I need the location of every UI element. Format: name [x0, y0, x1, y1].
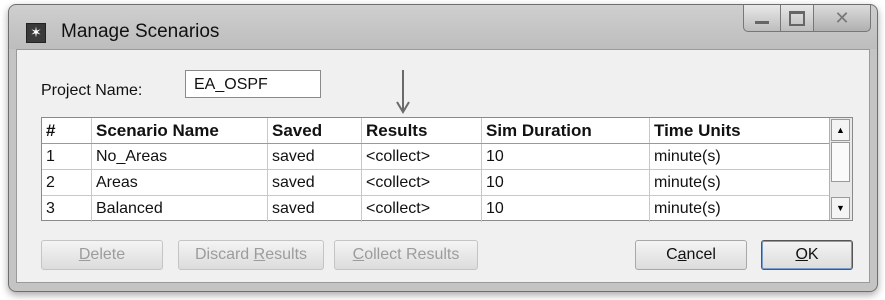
- results-cell[interactable]: <collect>: [362, 144, 482, 169]
- results-cell[interactable]: <collect>: [362, 196, 482, 222]
- table-row[interactable]: 1 No_Areas saved <collect> 10 minute(s): [42, 144, 830, 170]
- cancel-label-post: ncel: [686, 246, 716, 263]
- row-number-cell: 1: [42, 144, 92, 169]
- column-header-sim-duration[interactable]: Sim Duration: [482, 118, 650, 143]
- close-button[interactable]: ✕: [814, 5, 871, 32]
- scenario-name-cell[interactable]: Balanced: [92, 196, 268, 222]
- delete-label-post: elete: [90, 246, 126, 263]
- time-units-cell[interactable]: minute(s): [650, 170, 830, 195]
- time-units-cell[interactable]: minute(s): [650, 196, 830, 222]
- discard-results-button[interactable]: Discard Results: [178, 240, 324, 270]
- discard-label-accel: R: [253, 246, 266, 263]
- maximize-button[interactable]: [781, 5, 814, 32]
- table-row[interactable]: 2 Areas saved <collect> 10 minute(s): [42, 170, 830, 196]
- cancel-button[interactable]: Ca ncel: [635, 240, 747, 270]
- project-name-label: Project Name:: [41, 82, 143, 99]
- window-controls: ✕: [743, 5, 871, 33]
- vertical-scrollbar[interactable]: ▲ ▼: [829, 118, 852, 220]
- sim-duration-cell[interactable]: 10: [482, 196, 650, 222]
- time-units-cell[interactable]: minute(s): [650, 144, 830, 169]
- scrollbar-thumb[interactable]: [831, 142, 850, 182]
- column-header-scenario-name[interactable]: Scenario Name: [92, 118, 268, 143]
- scenario-name-cell[interactable]: Areas: [92, 170, 268, 195]
- table-row[interactable]: 3 Balanced saved <collect> 10 minute(s): [42, 196, 830, 222]
- maximize-icon: [789, 10, 805, 26]
- minimize-button[interactable]: [743, 5, 781, 32]
- discard-label-pre: Discard: [194, 246, 254, 263]
- row-number-cell: 2: [42, 170, 92, 195]
- title-bar[interactable]: ✶ Manage Scenarios ✕: [9, 5, 877, 49]
- sim-duration-cell[interactable]: 10: [482, 144, 650, 169]
- delete-button[interactable]: Delete: [41, 240, 163, 270]
- delete-label-accel: D: [78, 246, 91, 263]
- ok-label-accel: O: [795, 246, 808, 263]
- sim-duration-cell[interactable]: 10: [482, 170, 650, 195]
- app-icon: ✶: [26, 23, 46, 43]
- ok-button[interactable]: OK: [761, 240, 853, 270]
- results-cell[interactable]: <collect>: [362, 170, 482, 195]
- column-header-saved[interactable]: Saved: [268, 118, 362, 143]
- scroll-up-icon[interactable]: ▲: [831, 119, 850, 141]
- collect-label-accel: C: [352, 246, 365, 263]
- dialog-body: Project Name: EA_OSPF # Scenario Name Sa…: [16, 49, 870, 283]
- cancel-label-pre: C: [666, 246, 678, 263]
- column-header-results[interactable]: Results: [362, 118, 482, 143]
- table-header: # Scenario Name Saved Results Sim Durati…: [42, 118, 830, 144]
- minimize-icon: [755, 20, 769, 24]
- scroll-down-icon[interactable]: ▼: [831, 197, 850, 219]
- manage-scenarios-window: ✶ Manage Scenarios ✕ Project Name: EA_OS…: [8, 4, 878, 292]
- saved-cell: saved: [268, 144, 362, 169]
- collect-results-button[interactable]: Collect Results: [334, 240, 478, 270]
- column-header-number[interactable]: #: [42, 118, 92, 143]
- collect-label-post: ollect Results: [364, 246, 460, 263]
- close-icon: ✕: [834, 7, 850, 28]
- scenario-name-cell[interactable]: No_Areas: [92, 144, 268, 169]
- saved-cell: saved: [268, 196, 362, 222]
- project-name-field[interactable]: EA_OSPF: [185, 70, 321, 98]
- ok-label-post: K: [807, 246, 819, 263]
- saved-cell: saved: [268, 170, 362, 195]
- row-number-cell: 3: [42, 196, 92, 222]
- down-arrow-icon: [396, 70, 410, 114]
- column-header-time-units[interactable]: Time Units: [650, 118, 830, 143]
- window-title: Manage Scenarios: [61, 21, 220, 42]
- discard-label-post: esults: [265, 246, 308, 263]
- scenarios-table: # Scenario Name Saved Results Sim Durati…: [41, 117, 853, 222]
- cancel-label-accel: a: [677, 246, 687, 263]
